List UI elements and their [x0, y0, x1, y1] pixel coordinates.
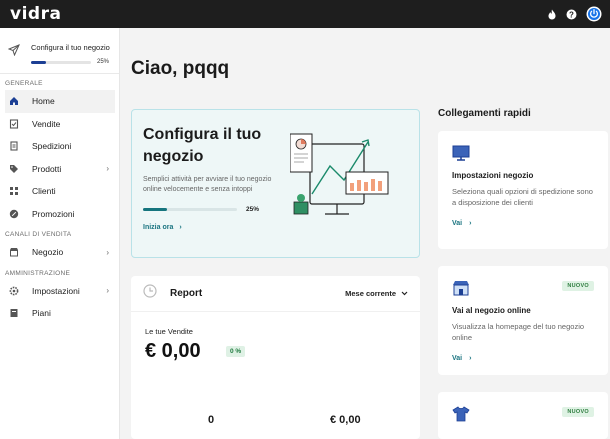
orders-count: 0	[208, 414, 215, 426]
sidebar-item-label: Piani	[32, 308, 51, 319]
plans-icon	[8, 307, 20, 319]
svg-text:?: ?	[569, 10, 574, 19]
power-icon[interactable]	[586, 6, 602, 22]
report-clock-icon	[143, 284, 157, 303]
quick-links-title: Collegamenti rapidi	[438, 108, 531, 119]
quick-link-go-label: Vai	[452, 220, 463, 227]
quick-link-card: NUOVO Vai al negozio online Visualizza l…	[438, 266, 608, 375]
quick-link-card: Impostazioni negozio Seleziona quali opz…	[438, 131, 608, 249]
store-setup-illustration	[290, 133, 389, 215]
discount-icon	[8, 208, 20, 220]
sidebar-item-label: Promozioni	[32, 208, 75, 219]
brand-logo[interactable]: vidra	[10, 4, 61, 24]
new-badge: NUOVO	[562, 407, 594, 417]
sidebar-item-impostazioni[interactable]: Impostazioni ›	[0, 280, 119, 303]
users-icon	[8, 185, 20, 197]
sidebar-item-promozioni[interactable]: Promozioni	[0, 203, 119, 226]
quick-link-title: Vai al negozio online	[452, 306, 531, 315]
top-icons: ?	[547, 6, 602, 22]
orders-total: € 0,00	[330, 414, 361, 426]
setup-label: Configura il tuo negozio	[31, 43, 110, 52]
quick-link-description: Visualizza la homepage del tuo negozio o…	[452, 322, 585, 342]
home-icon	[8, 95, 20, 107]
start-now-link[interactable]: Inizia ora ›	[143, 224, 408, 231]
sidebar-item-label: Impostazioni	[32, 285, 80, 296]
sidebar-item-vendite[interactable]: Vendite	[0, 113, 119, 136]
help-icon[interactable]: ?	[566, 9, 577, 20]
quick-link-go-label: Vai	[452, 355, 463, 362]
receipt-icon	[8, 118, 20, 130]
sidebar-item-clienti[interactable]: Clienti	[0, 180, 119, 203]
sidebar-item-negozio[interactable]: Negozio ›	[0, 241, 119, 264]
flame-icon[interactable]	[547, 9, 557, 20]
configure-title: Configura il tuo negozio	[143, 126, 262, 165]
configure-progress-bar	[143, 208, 237, 211]
sidebar-item-label: Prodotti	[32, 163, 62, 174]
top-bar: vidra ?	[0, 0, 610, 28]
monitor-icon	[452, 145, 470, 165]
quick-link-title: Impostazioni negozio	[452, 171, 534, 180]
section-canali: CANALI DI VENDITA	[5, 231, 72, 238]
main-content: Ciao, pqqq Configura il tuo negozio Semp…	[121, 28, 610, 439]
sidebar-item-label: Home	[32, 96, 55, 107]
configure-description: Semplici attività per avviare il tuo neg…	[143, 176, 272, 193]
sidebar-setup-progress[interactable]: Configura il tuo negozio 25%	[0, 28, 119, 68]
section-amministrazione: AMMINISTRAZIONE	[5, 269, 71, 277]
chevron-right-icon: ›	[469, 355, 472, 362]
chevron-right-icon: ›	[179, 224, 182, 231]
period-select[interactable]: Mese corrente	[345, 289, 408, 298]
gear-icon	[8, 285, 20, 297]
sidebar-item-label: Spedizioni	[32, 141, 72, 152]
sidebar-item-piani[interactable]: Piani	[0, 302, 119, 325]
setup-progress-text: 25%	[97, 59, 110, 65]
document-icon	[8, 140, 20, 152]
sales-label: Le tue Vendite	[145, 327, 193, 336]
setup-progress-bar	[31, 60, 91, 64]
storefront-icon	[452, 281, 470, 300]
tshirt-icon	[452, 406, 470, 426]
chevron-right-icon: ›	[106, 164, 109, 174]
rocket-icon	[7, 43, 22, 61]
sidebar-item-home[interactable]: Home	[5, 90, 115, 113]
store-icon	[8, 246, 20, 258]
sales-value: € 0,00	[145, 340, 201, 362]
sidebar-item-label: Negozio	[32, 247, 64, 258]
sidebar-item-prodotti[interactable]: Prodotti ›	[0, 158, 119, 181]
configure-progress-text: 25%	[246, 206, 260, 213]
report-title: Report	[170, 288, 203, 299]
configure-store-card: Configura il tuo negozio Semplici attivi…	[131, 109, 420, 258]
quick-link-description: Seleziona quali opzioni di spedizione so…	[452, 187, 593, 207]
sales-change-badge: 0 %	[226, 346, 246, 357]
section-generale: GENERALE	[5, 80, 43, 87]
sidebar: Configura il tuo negozio 25% GENERALE Ho…	[0, 28, 120, 439]
chevron-right-icon: ›	[469, 220, 472, 227]
sidebar-item-label: Vendite	[32, 118, 61, 129]
report-card: Report Mese corrente Le tue Vendite € 0,…	[131, 276, 420, 439]
sidebar-item-spedizioni[interactable]: Spedizioni	[0, 135, 119, 158]
chevron-right-icon: ›	[106, 286, 109, 296]
start-now-label: Inizia ora	[143, 224, 174, 231]
chevron-down-icon	[401, 289, 408, 298]
page-title: Ciao, pqqq	[131, 58, 230, 79]
quick-link-go[interactable]: Vai ›	[452, 220, 594, 227]
period-value: Mese corrente	[345, 289, 396, 298]
sidebar-item-label: Clienti	[32, 186, 56, 197]
quick-link-card: NUOVO	[438, 392, 608, 439]
chevron-right-icon: ›	[106, 247, 109, 257]
new-badge: NUOVO	[562, 281, 594, 291]
quick-link-go[interactable]: Vai ›	[452, 355, 594, 362]
tag-icon	[8, 163, 20, 175]
